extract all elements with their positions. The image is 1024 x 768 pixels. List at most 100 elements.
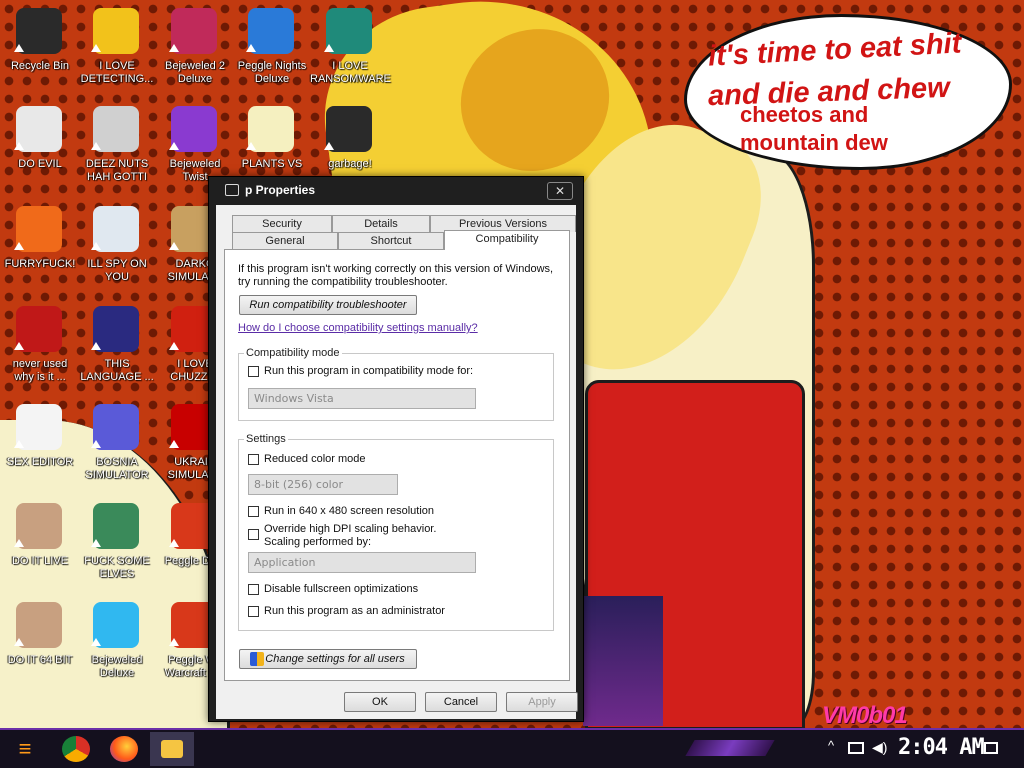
desktop-shortcut[interactable]: I LOVE DETECTING... <box>77 2 157 98</box>
desktop-shortcut[interactable]: FUCK SOME ELVES <box>77 497 157 593</box>
shortcut-arrow-icon <box>91 342 101 350</box>
shortcut-arrow-icon <box>91 539 101 547</box>
cancel-button[interactable]: Cancel <box>425 692 497 712</box>
notification-icon[interactable] <box>984 742 998 754</box>
desktop-shortcut[interactable]: THIS LANGUAGE ... <box>77 300 157 396</box>
start-button[interactable]: ≡ <box>8 734 42 764</box>
disable-fullscreen-label: Disable fullscreen optimizations <box>264 583 419 595</box>
desktop-shortcut-label: ILL SPY ON YOU <box>87 258 147 283</box>
change-all-users-button[interactable]: Change settings for all users <box>239 649 417 669</box>
settings-group: Settings Reduced color mode 8-bit (256) … <box>238 433 554 631</box>
desktop-shortcut[interactable]: BOSNIA SIMULATOR <box>77 398 157 494</box>
dpi-override-sublabel: Scaling performed by: <box>264 536 371 548</box>
dialog-titlebar[interactable]: p Properties ✕ <box>209 177 583 205</box>
shortcut-arrow-icon <box>14 342 24 350</box>
group-title: Compatibility mode <box>244 347 342 359</box>
desktop-shortcut[interactable]: ILL SPY ON YOU <box>77 200 157 296</box>
close-button[interactable]: ✕ <box>547 182 573 200</box>
dpi-override-checkbox[interactable] <box>248 529 259 540</box>
shortcut-arrow-icon <box>14 638 24 646</box>
desktop-shortcut-label: DO EVIL <box>18 158 62 170</box>
desktop-shortcut-label: Bejeweled Deluxe <box>91 654 143 679</box>
compat-os-dropdown[interactable]: Windows Vista <box>248 388 476 409</box>
compatibility-mode-group: Compatibility mode Run this program in c… <box>238 347 554 421</box>
firefox-icon[interactable] <box>110 736 138 762</box>
shortcut-arrow-icon <box>91 44 101 52</box>
desktop-shortcut-label: FUCK SOME ELVES <box>84 555 150 580</box>
tab-security[interactable]: Security <box>232 215 332 232</box>
shortcut-arrow-icon <box>169 638 179 646</box>
desktop-shortcut-label: Bejeweled 2 Deluxe <box>165 60 225 85</box>
tab-general[interactable]: General <box>232 232 338 249</box>
uac-shield-icon <box>250 652 264 666</box>
wallpaper-city <box>583 596 663 726</box>
shortcut-arrow-icon <box>169 242 179 250</box>
ok-button[interactable]: OK <box>344 692 416 712</box>
tab-shortcut[interactable]: Shortcut <box>338 232 444 249</box>
disable-fullscreen-checkbox[interactable] <box>248 584 259 595</box>
desktop-shortcut-label: I LOVE RANSOMWARE <box>310 60 391 85</box>
desktop-shortcut[interactable]: I LOVE RANSOMWARE <box>310 2 391 98</box>
desktop-shortcut-label: garbage! <box>328 158 372 170</box>
desktop-shortcut-label: Peggle Nights Deluxe <box>237 60 307 85</box>
file-explorer-icon[interactable] <box>161 740 183 758</box>
shortcut-arrow-icon <box>169 142 179 150</box>
tray-overflow-icon[interactable]: ^ <box>828 738 834 753</box>
desktop-shortcut-label: PLANTS VS <box>241 158 303 170</box>
desktop-shortcut[interactable]: FURRYFUCK! <box>0 200 80 296</box>
shortcut-arrow-icon <box>169 539 179 547</box>
volume-icon[interactable]: ◀) <box>872 739 887 756</box>
desktop-shortcut[interactable]: DO EVIL <box>0 100 80 196</box>
desktop-shortcut-label: THIS LANGUAGE ... <box>80 358 154 383</box>
shortcut-arrow-icon <box>169 342 179 350</box>
reduced-color-label: Reduced color mode <box>264 453 366 465</box>
change-all-users-label: Change settings for all users <box>265 653 405 665</box>
reduced-color-checkbox[interactable] <box>248 454 259 465</box>
dpi-scaling-dropdown[interactable]: Application <box>248 552 476 573</box>
shortcut-arrow-icon <box>14 142 24 150</box>
desktop-shortcut[interactable]: SEX EDITOR <box>0 398 80 494</box>
tab-compatibility[interactable]: Compatibility <box>444 230 570 250</box>
res-640-checkbox[interactable] <box>248 506 259 517</box>
desktop-shortcut-label: DO IT 64 BIT <box>7 654 73 666</box>
desktop-shortcut-label: DEEZ NUTS HAH GOTTI <box>85 158 149 183</box>
shortcut-arrow-icon <box>14 440 24 448</box>
speech-bubble-text: cheetos and <box>740 102 869 127</box>
shortcut-arrow-icon <box>14 539 24 547</box>
desktop-shortcut[interactable]: never used why is it ... <box>0 300 80 396</box>
desktop-shortcut-label: FURRYFUCK! <box>4 258 76 270</box>
res-640-label: Run in 640 x 480 screen resolution <box>264 505 434 517</box>
shortcut-arrow-icon <box>169 44 179 52</box>
desktop-shortcut[interactable]: Recycle Bin <box>0 2 80 98</box>
shortcut-arrow-icon <box>14 242 24 250</box>
run-troubleshooter-button[interactable]: Run compatibility troubleshooter <box>239 295 417 315</box>
shortcut-arrow-icon <box>246 142 256 150</box>
desktop-shortcut[interactable]: DEEZ NUTS HAH GOTTI <box>77 100 157 196</box>
desktop-shortcut[interactable]: Bejeweled 2 Deluxe <box>155 2 235 98</box>
compatibility-panel: If this program isn't working correctly … <box>224 249 570 681</box>
desktop-shortcut[interactable]: DO IT LIVE <box>0 497 80 593</box>
desktop-shortcut[interactable]: Bejeweled Deluxe <box>77 596 157 692</box>
run-admin-checkbox[interactable] <box>248 606 259 617</box>
taskbar: ≡ ^ ◀) 2:04 AM <box>0 728 1024 768</box>
dialog-title: p Properties <box>245 183 316 197</box>
wallpaper-tag: VM0b01 <box>822 702 908 729</box>
shortcut-icon <box>225 184 239 196</box>
color-depth-dropdown[interactable]: 8-bit (256) color <box>248 474 398 495</box>
compat-mode-label: Run this program in compatibility mode f… <box>264 365 474 377</box>
taskbar-decoration <box>685 740 775 756</box>
desktop-shortcut-label: Recycle Bin <box>10 60 70 72</box>
properties-dialog: p Properties ✕ Security Details Previous… <box>208 176 584 722</box>
compat-mode-checkbox[interactable] <box>248 366 259 377</box>
tab-details[interactable]: Details <box>332 215 430 232</box>
manual-settings-link[interactable]: How do I choose compatibility settings m… <box>238 322 478 334</box>
apply-button[interactable]: Apply <box>506 692 578 712</box>
shortcut-arrow-icon <box>91 242 101 250</box>
clock[interactable]: 2:04 AM <box>898 735 985 760</box>
shortcut-arrow-icon <box>91 440 101 448</box>
desktop-shortcut[interactable]: Peggle Nights Deluxe <box>232 2 312 98</box>
chrome-icon[interactable] <box>62 736 90 762</box>
network-icon[interactable] <box>848 742 864 754</box>
shortcut-arrow-icon <box>14 44 24 52</box>
desktop-shortcut[interactable]: DO IT 64 BIT <box>0 596 80 692</box>
